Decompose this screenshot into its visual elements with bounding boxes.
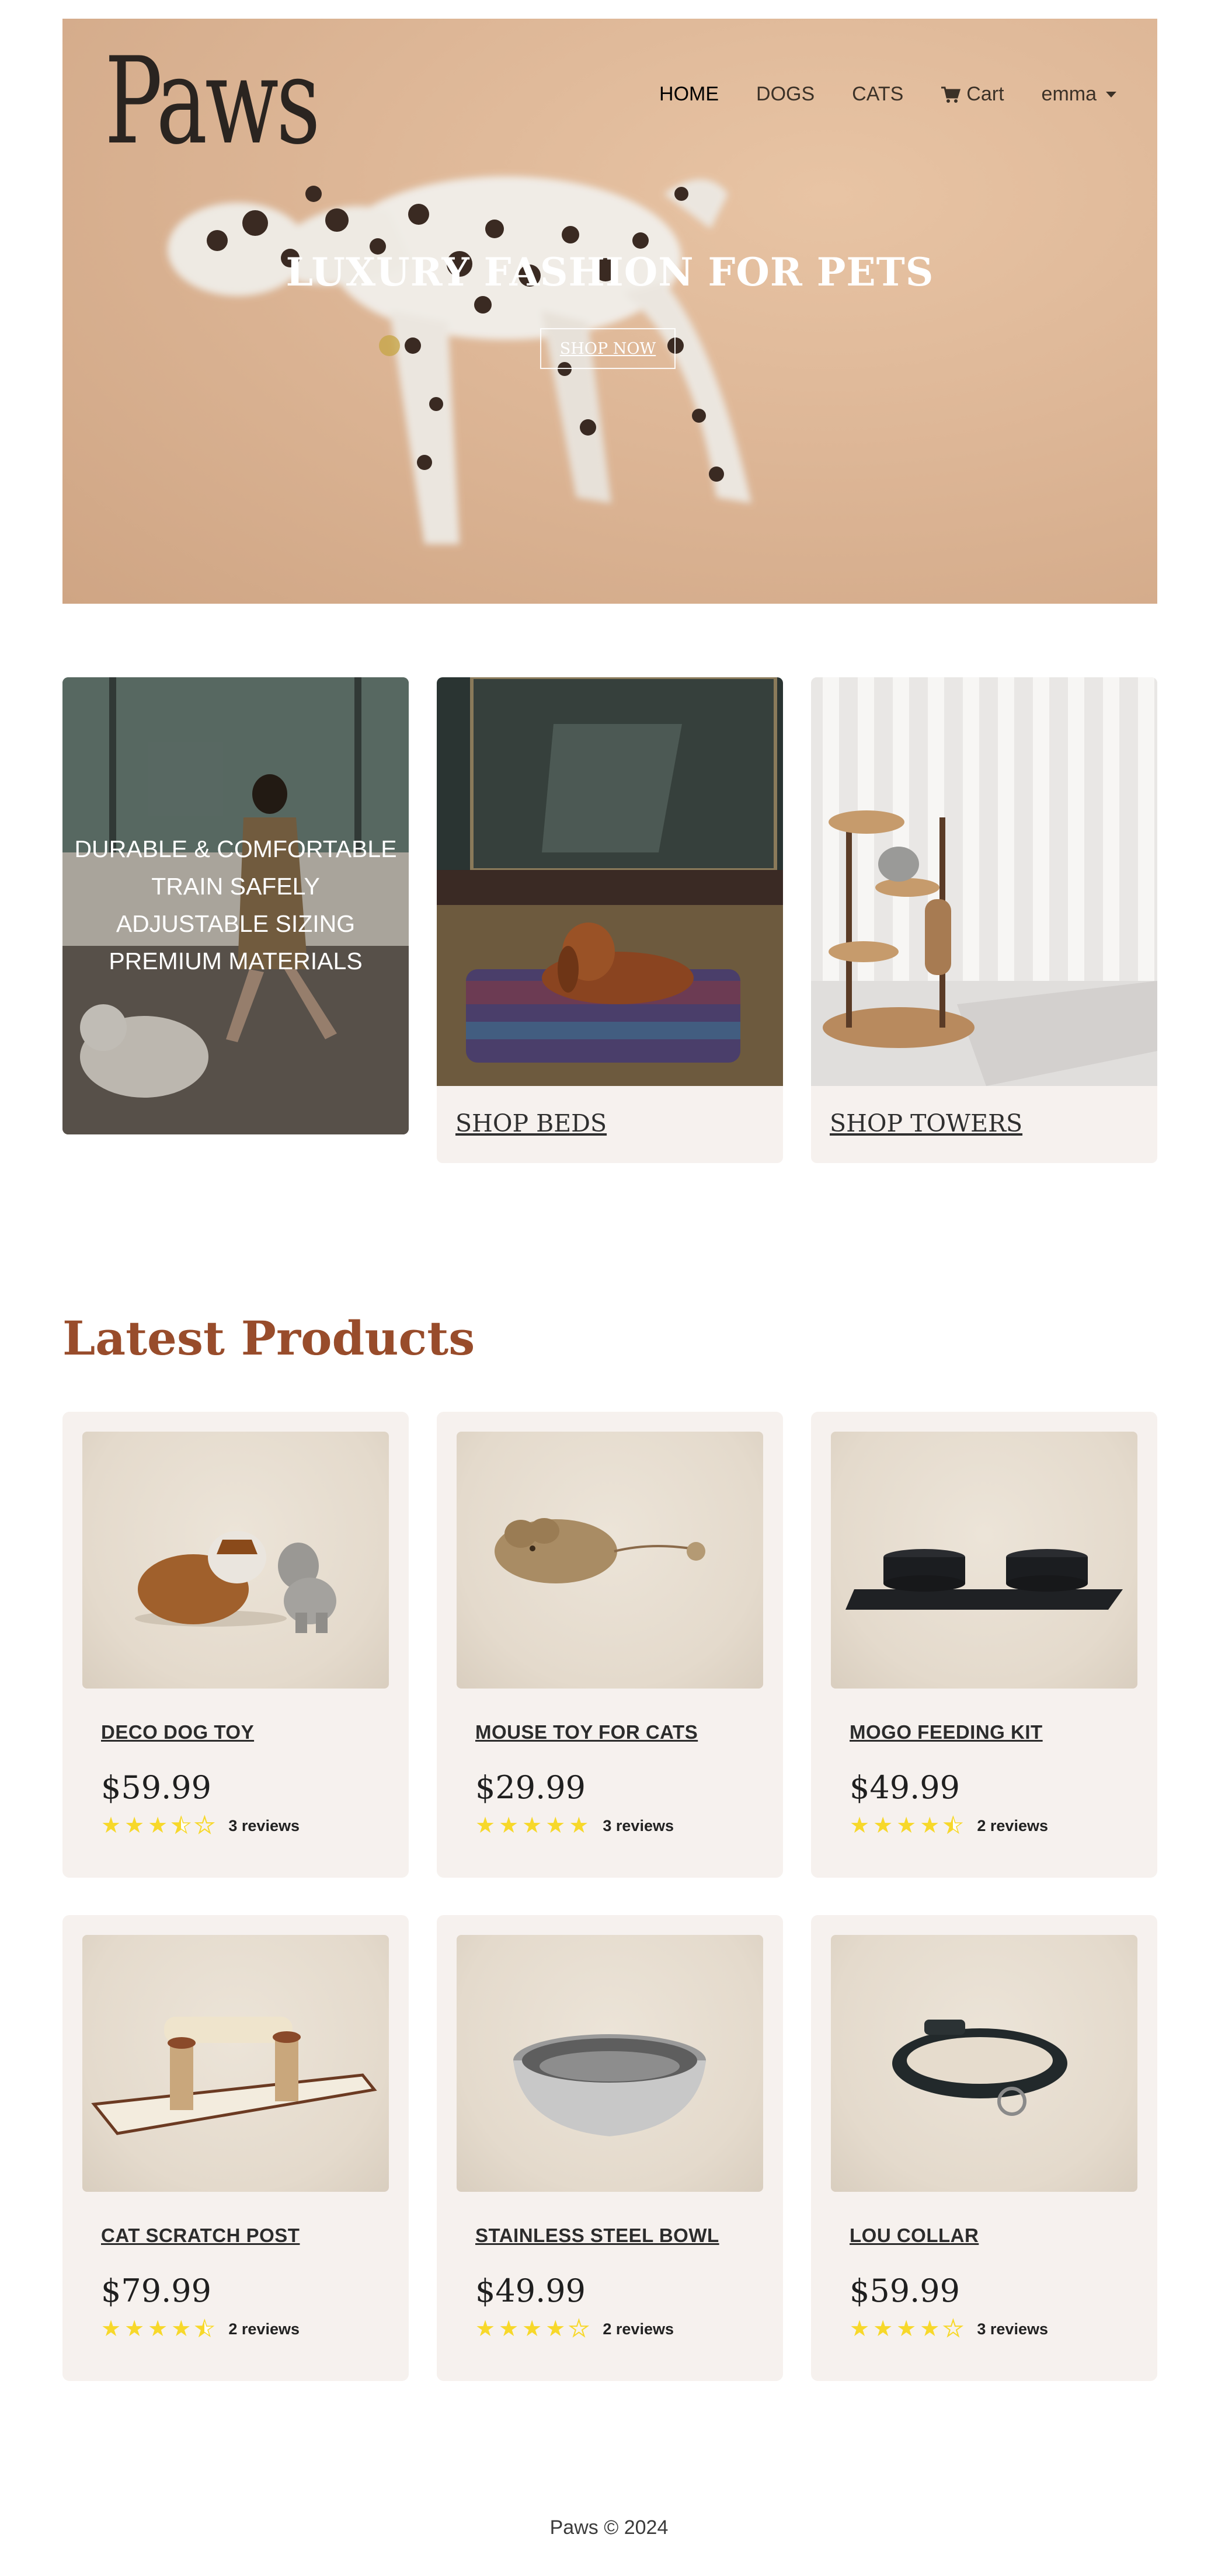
- cat-tower-image: [811, 677, 1157, 1086]
- main-nav: HOME DOGS CATS Cart emma: [659, 83, 1116, 106]
- product-card[interactable]: MOUSE TOY FOR CATS $29.99 ★ ★ ★ ★ ★ 3 re…: [437, 1412, 783, 1878]
- star-icon: ★: [545, 2317, 566, 2341]
- star-icon: ★: [475, 1813, 496, 1838]
- product-image[interactable]: [831, 1432, 1137, 1689]
- product-rating: ★ ★ ★ ★ ★ 2 reviews: [475, 2317, 674, 2341]
- feature-line: DURABLE & COMFORTABLE: [74, 836, 397, 862]
- product-image[interactable]: [831, 1935, 1137, 2192]
- star-icon: ★: [920, 1813, 940, 1838]
- star-empty-icon: ★: [942, 2317, 963, 2341]
- product-price: $29.99: [475, 1769, 586, 1806]
- star-icon: ★: [873, 2317, 893, 2341]
- review-count: 2 reviews: [603, 2320, 674, 2338]
- product-price: $79.99: [101, 2272, 211, 2309]
- shop-towers-link[interactable]: SHOP TOWERS: [830, 1109, 1022, 1137]
- product-name-link[interactable]: MOUSE TOY FOR CATS: [475, 1721, 698, 1743]
- product-image[interactable]: [457, 1432, 763, 1689]
- latest-products-heading: Latest Products: [62, 1311, 475, 1366]
- star-icon: ★: [499, 2317, 519, 2341]
- nav-home[interactable]: HOME: [659, 83, 719, 106]
- star-icon: ★: [148, 1813, 168, 1838]
- chevron-down-icon: [1106, 91, 1116, 98]
- star-icon: ★: [101, 1813, 121, 1838]
- hero-title: LUXURY FASHION FOR PETS: [286, 249, 934, 295]
- dog-on-bed-image: [437, 677, 783, 1086]
- product-image[interactable]: [457, 1935, 763, 2192]
- nav-dogs[interactable]: DOGS: [756, 83, 815, 106]
- product-name-link[interactable]: MOGO FEEDING KIT: [850, 1721, 1043, 1743]
- star-icon: ★: [522, 2317, 542, 2341]
- brand-logo[interactable]: Paws: [105, 42, 321, 162]
- feature-list: DURABLE & COMFORTABLE TRAIN SAFELY ADJUS…: [62, 830, 409, 980]
- page: Paws HOME DOGS CATS Cart emma LUXURY FAS…: [0, 0, 1218, 2576]
- feature-line: TRAIN SAFELY: [151, 873, 320, 900]
- product-name-link[interactable]: STAINLESS STEEL BOWL: [475, 2225, 719, 2247]
- star-empty-icon: ★: [568, 2317, 589, 2341]
- product-image[interactable]: [82, 1432, 389, 1689]
- hero-banner: Paws HOME DOGS CATS Cart emma LUXURY FAS…: [62, 19, 1157, 604]
- product-image[interactable]: [82, 1935, 389, 2192]
- star-icon: ★: [896, 2317, 917, 2341]
- star-icon: ★: [475, 2317, 496, 2341]
- shop-now-button[interactable]: SHOP NOW: [540, 328, 676, 369]
- feature-line: PREMIUM MATERIALS: [109, 948, 363, 974]
- star-icon: ★: [850, 1813, 870, 1838]
- product-rating: ★ ★ ★ ★ ★ 2 reviews: [101, 2317, 300, 2341]
- star-icon: ★: [522, 1813, 542, 1838]
- footer-copyright: Paws © 2024: [549, 2516, 669, 2539]
- product-price: $49.99: [475, 2272, 586, 2309]
- product-card[interactable]: DECO DOG TOY $59.99 ★ ★ ★ ★ ★ 3 reviews: [62, 1412, 409, 1878]
- star-icon: ★: [873, 1813, 893, 1838]
- star-icon: ★: [148, 2317, 168, 2341]
- star-half-icon: ★: [194, 2317, 215, 2341]
- product-rating: ★ ★ ★ ★ ★ 3 reviews: [101, 1813, 300, 1838]
- product-rating: ★ ★ ★ ★ ★ 3 reviews: [850, 2317, 1048, 2341]
- star-icon: ★: [569, 1813, 589, 1838]
- product-card[interactable]: CAT SCRATCH POST $79.99 ★ ★ ★ ★ ★ 2 revi…: [62, 1915, 409, 2381]
- category-card-beds[interactable]: SHOP BEDS: [437, 677, 783, 1163]
- star-icon: ★: [896, 1813, 917, 1838]
- review-count: 2 reviews: [977, 1816, 1048, 1834]
- product-rating: ★ ★ ★ ★ ★ 3 reviews: [475, 1815, 674, 1837]
- product-card[interactable]: LOU COLLAR $59.99 ★ ★ ★ ★ ★ 3 reviews: [811, 1915, 1157, 2381]
- product-price: $59.99: [101, 1769, 211, 1806]
- product-price: $49.99: [850, 1769, 960, 1806]
- star-icon: ★: [499, 1813, 519, 1838]
- product-price: $59.99: [850, 2272, 960, 2309]
- category-card-towers[interactable]: SHOP TOWERS: [811, 677, 1157, 1163]
- nav-user-label: emma: [1041, 83, 1097, 105]
- nav-user-dropdown[interactable]: emma: [1042, 83, 1116, 106]
- product-rating: ★ ★ ★ ★ ★ 2 reviews: [850, 1813, 1048, 1838]
- star-icon: ★: [124, 1813, 145, 1838]
- shop-beds-link[interactable]: SHOP BEDS: [455, 1109, 607, 1137]
- star-icon: ★: [171, 2317, 192, 2341]
- star-icon: ★: [124, 2317, 145, 2341]
- product-card[interactable]: MOGO FEEDING KIT $49.99 ★ ★ ★ ★ ★ 2 revi…: [811, 1412, 1157, 1878]
- product-name-link[interactable]: LOU COLLAR: [850, 2225, 979, 2247]
- feature-line: ADJUSTABLE SIZING: [116, 910, 356, 937]
- feature-card: DURABLE & COMFORTABLE TRAIN SAFELY ADJUS…: [62, 677, 409, 1134]
- review-count: 3 reviews: [228, 1816, 300, 1834]
- nav-cart-label: Cart: [966, 83, 1004, 105]
- star-icon: ★: [101, 2317, 121, 2341]
- star-icon: ★: [920, 2317, 940, 2341]
- star-icon: ★: [850, 2317, 870, 2341]
- cart-icon: [941, 86, 961, 103]
- review-count: 2 reviews: [228, 2320, 300, 2338]
- review-count: 3 reviews: [977, 2320, 1048, 2338]
- star-empty-icon: ★: [194, 1813, 215, 1838]
- star-icon: ★: [545, 1813, 566, 1838]
- nav-cart[interactable]: Cart: [941, 83, 1004, 106]
- product-name-link[interactable]: CAT SCRATCH POST: [101, 2225, 300, 2247]
- star-half-icon: ★: [170, 1813, 192, 1838]
- nav-cats[interactable]: CATS: [852, 83, 903, 106]
- product-card[interactable]: STAINLESS STEEL BOWL $49.99 ★ ★ ★ ★ ★ 2 …: [437, 1915, 783, 2381]
- star-half-icon: ★: [943, 1813, 964, 1838]
- review-count: 3 reviews: [603, 1816, 674, 1834]
- product-name-link[interactable]: DECO DOG TOY: [101, 1721, 254, 1743]
